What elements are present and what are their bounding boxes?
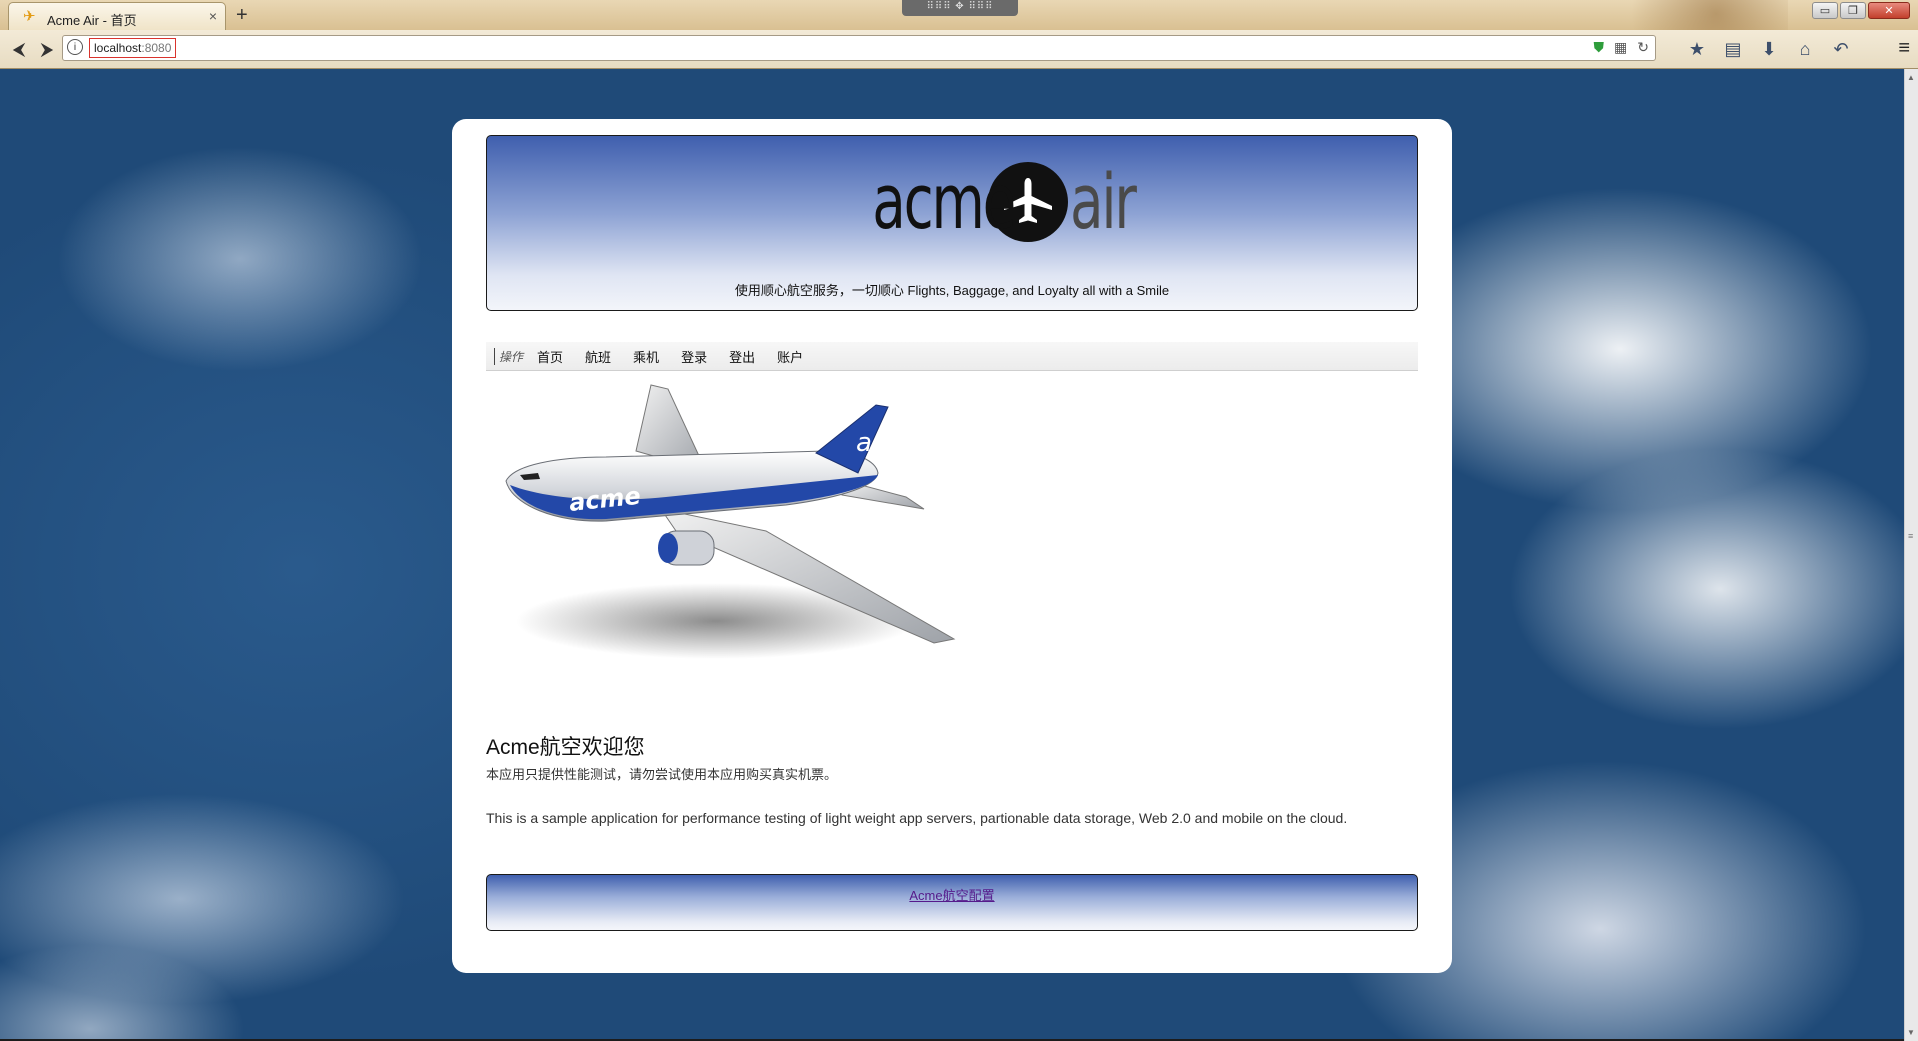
- info-icon[interactable]: i: [67, 39, 83, 55]
- new-tab-button[interactable]: +: [236, 4, 248, 26]
- browser-tab[interactable]: ✈ Acme Air - 首页 ×: [8, 2, 226, 30]
- home-icon[interactable]: ⌂: [1794, 38, 1816, 60]
- forward-arrow-icon[interactable]: ⮞: [36, 38, 58, 60]
- menu-item-checkin[interactable]: 乘机: [633, 347, 659, 366]
- address-bar[interactable]: i localhost:8080 ⛊ ▦ ↻: [62, 35, 1656, 61]
- content-card: acme air 使用顺心航空服务，一切顺心 Flights, Baggage,…: [452, 119, 1452, 973]
- menu-item-flights[interactable]: 航班: [585, 347, 611, 366]
- minimize-button[interactable]: ▭: [1812, 2, 1838, 19]
- welcome-description: This is a sample application for perform…: [486, 810, 1348, 826]
- plane-engine-intake: [658, 533, 678, 563]
- scroll-down-arrow-icon[interactable]: ▼: [1907, 1028, 1915, 1037]
- scroll-up-arrow-icon[interactable]: ▲: [1907, 73, 1915, 82]
- address-bar-actions: ⛊ ▦ ↻: [1594, 39, 1649, 56]
- toolbar-icons: ★ ▤ ⬇ ⌂ ↶: [1686, 38, 1852, 60]
- download-icon[interactable]: ⬇: [1758, 38, 1780, 60]
- airplane-illustration: a acme: [505, 384, 956, 659]
- menu-item-logout[interactable]: 登出: [729, 347, 755, 366]
- airplane-icon: ✈: [23, 8, 36, 25]
- site-tagline: 使用顺心航空服务，一切顺心 Flights, Baggage, and Loya…: [734, 283, 1170, 298]
- browser-tab-bar: ✈ Acme Air - 首页 × + ⠿⠿⠿ ✥ ⠿⠿⠿ ▭ ❐ ✕: [0, 0, 1918, 68]
- back-arrow-icon[interactable]: ⮜: [8, 38, 30, 60]
- bookmark-star-icon[interactable]: ★: [1686, 38, 1708, 60]
- qr-code-icon[interactable]: ▦: [1614, 39, 1627, 56]
- menu-item-login[interactable]: 登录: [681, 347, 707, 366]
- logo-acme-text: acme: [872, 157, 1016, 246]
- menu-item-account[interactable]: 账户: [777, 347, 803, 366]
- menu-item-home[interactable]: 首页: [537, 347, 563, 366]
- site-footer: Acme航空配置: [486, 874, 1418, 931]
- welcome-notice: 本应用只提供性能测试，请勿尝试使用本应用购买真实机票。: [486, 767, 838, 782]
- tab-title: Acme Air - 首页: [47, 13, 137, 28]
- close-tab-icon[interactable]: ×: [209, 8, 217, 24]
- reading-list-icon[interactable]: ▤: [1722, 38, 1744, 60]
- shield-icon[interactable]: ⛊: [1594, 39, 1605, 56]
- welcome-heading: Acme航空欢迎您: [486, 736, 645, 759]
- restore-button[interactable]: ❐: [1840, 2, 1866, 19]
- window-controls: ▭ ❐ ✕: [1812, 2, 1910, 20]
- hamburger-menu-icon[interactable]: ≡: [1898, 37, 1910, 60]
- main-menu-bar: 操作 首页 航班 乘机 登录 登出 账户: [486, 342, 1418, 371]
- close-window-button[interactable]: ✕: [1868, 2, 1910, 19]
- undo-icon[interactable]: ↶: [1830, 38, 1852, 60]
- menu-label: 操作: [494, 347, 523, 365]
- plane-tail-logo: a: [856, 428, 872, 458]
- acme-air-logo: acme air: [817, 158, 1160, 246]
- drag-grip-handle[interactable]: ⠿⠿⠿ ✥ ⠿⠿⠿: [902, 0, 1018, 16]
- site-header: acme air 使用顺心航空服务，一切顺心 Flights, Baggage,…: [486, 135, 1418, 311]
- logo-air-text: air: [1070, 157, 1137, 246]
- browser-nav-bar: ⮜ ⮞ i localhost:8080 ⛊ ▦ ↻ ★ ▤ ⬇ ⌂ ↶ ≡: [0, 30, 1918, 69]
- vertical-scrollbar[interactable]: ▲ ≡ ▼: [1904, 69, 1918, 1041]
- page-viewport: acme air 使用顺心航空服务，一切顺心 Flights, Baggage,…: [0, 69, 1904, 1041]
- reload-icon[interactable]: ↻: [1637, 39, 1649, 56]
- scroll-grip-icon[interactable]: ≡: [1908, 531, 1913, 541]
- url-text[interactable]: localhost:8080: [89, 38, 177, 58]
- config-link[interactable]: Acme航空配置: [909, 885, 994, 904]
